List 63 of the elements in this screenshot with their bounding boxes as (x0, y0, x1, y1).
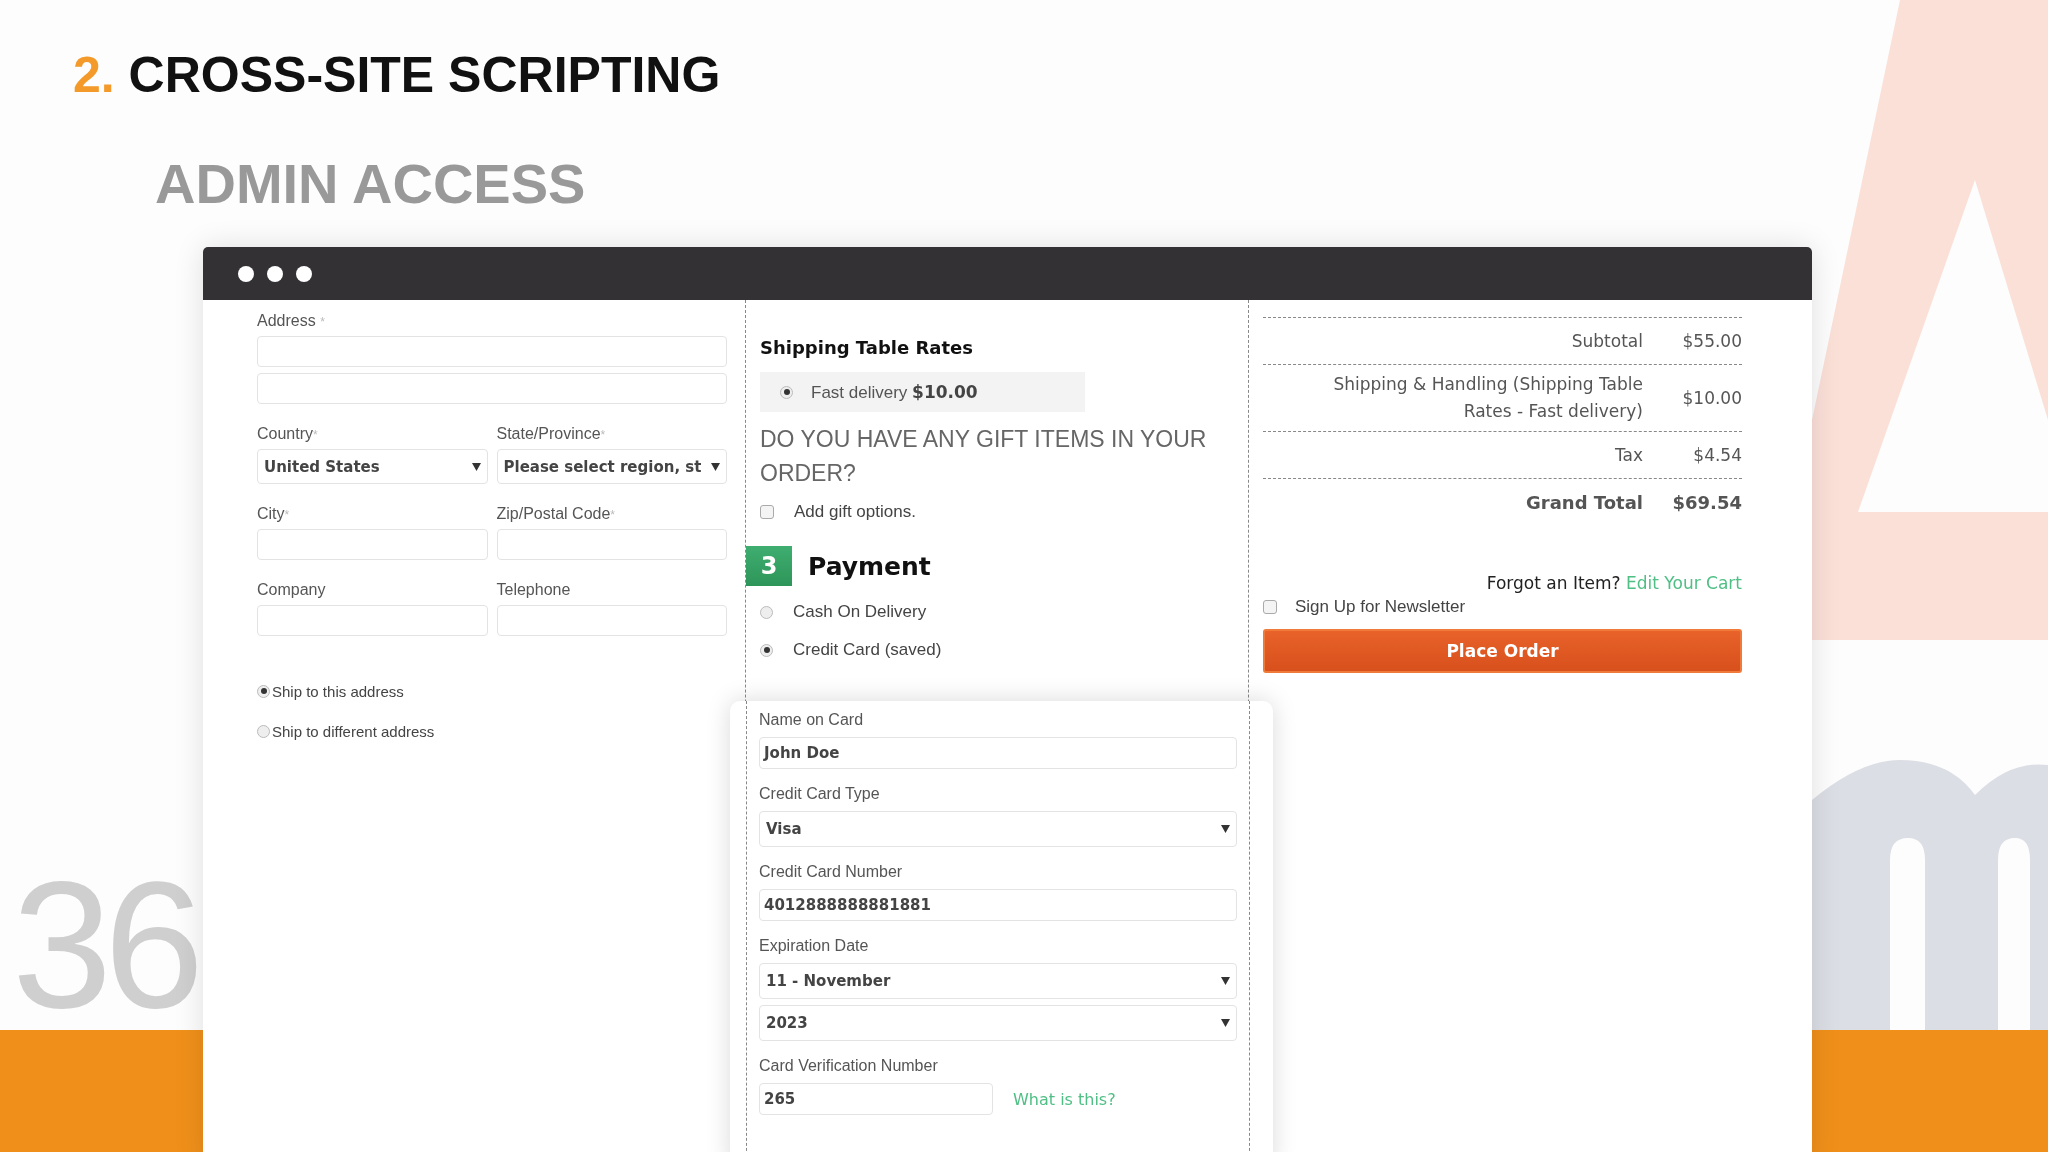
field-label: Credit Card Type (759, 785, 881, 803)
field-label: State/Province* (496, 425, 607, 443)
radio-label: Ship to different address (272, 722, 435, 740)
input-field[interactable] (257, 529, 488, 560)
caret-icon (471, 462, 481, 471)
radio-button[interactable] (760, 643, 773, 657)
radio-label: Cash On Delivery (793, 602, 927, 622)
section-heading: Shipping Table Rates (760, 337, 975, 358)
total-value: $55.00 (1681, 331, 1742, 351)
checkbox[interactable] (1263, 600, 1277, 614)
radio-label: Credit Card (saved) (793, 640, 942, 660)
select-field[interactable]: 2023 (759, 1005, 1237, 1041)
field-label: City* (257, 505, 291, 523)
total-label: Tax (1614, 443, 1643, 467)
field-label: Zip/Postal Code* (496, 505, 616, 523)
radio-button[interactable] (257, 684, 270, 698)
total-label: Subtotal (1571, 329, 1643, 353)
caret-icon (1221, 825, 1230, 833)
cart-prompt: Forgot an Item? (1486, 573, 1621, 593)
shipping-option[interactable]: Fast delivery $10.00 (760, 372, 1085, 412)
checkbox[interactable] (760, 505, 774, 519)
caret-icon (1221, 977, 1230, 985)
caret-icon (1221, 1019, 1230, 1027)
section-heading: Payment (808, 551, 931, 581)
slide-title: 2. CROSS-SITE SCRIPTING (73, 48, 722, 102)
field-label: Address * (257, 312, 326, 330)
field-label: Company (257, 581, 327, 599)
input-field[interactable] (257, 605, 488, 636)
field-label: Country* (257, 425, 319, 443)
checkbox-label: Sign Up for Newsletter (1295, 597, 1466, 617)
input-field[interactable] (257, 373, 727, 404)
input-field[interactable] (257, 336, 727, 367)
slide-subtitle: ADMIN ACCESS (155, 154, 587, 214)
total-label: Grand Total (1526, 490, 1643, 515)
place-order-button[interactable]: Place Order (1263, 629, 1742, 673)
input-field[interactable]: John Doe (759, 737, 1237, 769)
radio-label: Ship to this address (272, 682, 404, 700)
radio-button[interactable] (760, 605, 773, 619)
select-field[interactable]: United States (257, 449, 488, 484)
select-field[interactable]: Please select region, st (496, 449, 727, 484)
field-label: Credit Card Number (759, 863, 904, 881)
total-value: $69.54 (1671, 491, 1742, 513)
field-label: Telephone (496, 581, 572, 599)
input-field[interactable] (496, 529, 727, 560)
checkbox-label: Add gift options. (794, 502, 916, 522)
input-field[interactable]: 4012888888881881 (759, 889, 1237, 921)
field-label: Expiration Date (759, 937, 870, 955)
select-field[interactable]: 11 - November (759, 963, 1237, 999)
select-field[interactable]: Visa (759, 811, 1237, 847)
input-field[interactable]: 265 (759, 1083, 993, 1115)
field-label: Name on Card (759, 711, 865, 729)
step-badge: 3 (746, 546, 792, 586)
window-dots-icon (237, 264, 313, 283)
total-value: $4.54 (1692, 445, 1742, 465)
field-label: Card Verification Number (759, 1057, 939, 1075)
option-label: Fast delivery $10.00 (811, 381, 978, 403)
radio-button[interactable] (257, 724, 270, 738)
total-label: Shipping & Handling (Shipping Table Rates - Fast delivery) (1332, 373, 1643, 423)
input-field[interactable] (496, 605, 727, 636)
total-value: $10.00 (1681, 388, 1742, 408)
gift-question: DO YOU HAVE ANY GIFT ITEMS IN YOUR ORDER? (760, 425, 1208, 488)
caret-icon (711, 462, 720, 471)
radio-button[interactable] (780, 385, 793, 399)
